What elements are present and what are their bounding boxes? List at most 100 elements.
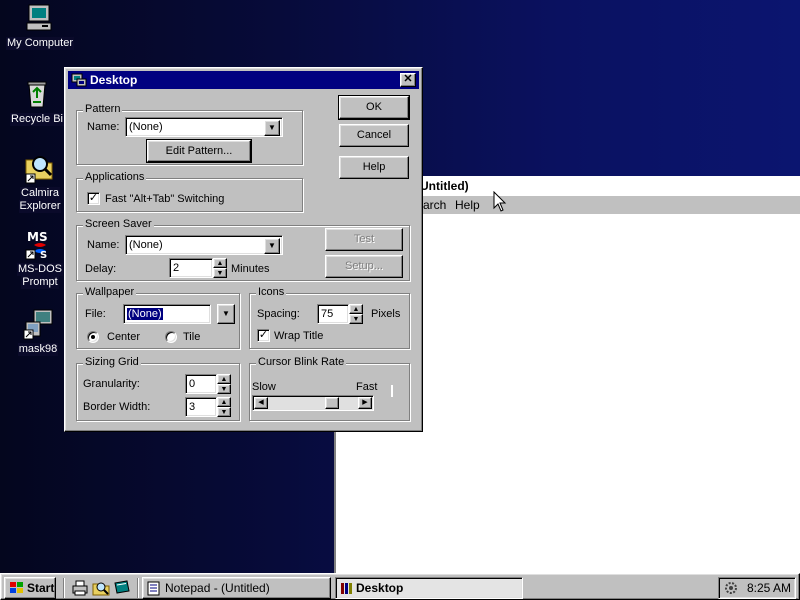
task-notepad[interactable]: Notepad - (Untitled) <box>142 577 331 599</box>
notepad-title: Untitled) <box>420 179 469 193</box>
minutes-label: Minutes <box>231 263 270 275</box>
start-button[interactable]: Start <box>4 577 56 599</box>
start-label: Start <box>27 581 55 595</box>
wallpaper-caption: Wallpaper <box>83 286 137 298</box>
folder-search-icon[interactable] <box>92 579 110 597</box>
border-width-label: Border Width: <box>83 401 151 413</box>
pattern-name-label: Name: <box>87 121 120 133</box>
blink-rate-slider[interactable]: ◀ ▶ <box>252 395 374 411</box>
spacing-value: 75 <box>321 308 334 320</box>
center-radio[interactable] <box>87 331 99 343</box>
delay-spinner[interactable]: ▲ ▼ <box>213 258 227 278</box>
desktop-icon-label-line2: Explorer <box>18 200 62 213</box>
ok-button[interactable]: OK <box>338 95 410 120</box>
granularity-input[interactable]: 0 <box>185 374 217 394</box>
desktop-task-icon <box>341 583 352 594</box>
wallpaper-file-input[interactable]: (None) <box>123 304 211 324</box>
clock[interactable]: 8:25 AM <box>747 581 791 595</box>
icons-caption: Icons <box>256 286 287 298</box>
tile-radio[interactable] <box>165 331 177 343</box>
desktop-icon-label: Calmira <box>20 187 60 200</box>
center-label: Center <box>107 331 141 343</box>
dialog-title: Desktop <box>90 73 138 87</box>
control-panel-icon <box>71 73 87 87</box>
spin-down-icon[interactable]: ▼ <box>349 314 363 324</box>
chevron-down-icon[interactable]: ▼ <box>264 120 280 136</box>
mouse-cursor-icon <box>493 191 507 212</box>
granularity-label: Granularity: <box>83 378 140 390</box>
wallpaper-file-label: File: <box>85 308 106 320</box>
desktop-dialog[interactable]: Desktop ✕ OK Cancel Help Pattern Name: (… <box>64 67 423 432</box>
screen-saver-name-select[interactable]: (None) ▼ <box>125 235 283 255</box>
screen-saver-caption: Screen Saver <box>83 218 154 230</box>
slider-left-button[interactable]: ◀ <box>254 397 268 409</box>
wallpaper-file-value: (None) <box>127 308 163 320</box>
sizing-grid-caption: Sizing Grid <box>83 356 141 368</box>
computer-icon <box>26 4 52 31</box>
recycle-bin-icon <box>27 81 47 108</box>
pattern-caption: Pattern <box>83 103 123 115</box>
spacing-input[interactable]: 75 <box>317 304 349 324</box>
spacing-label: Spacing: <box>257 308 300 320</box>
notepad-menu-search[interactable]: arch <box>423 198 446 212</box>
border-width-spinner[interactable]: ▲ ▼ <box>217 397 231 417</box>
pattern-name-select[interactable]: (None) ▼ <box>125 117 283 137</box>
delay-label: Delay: <box>85 263 117 275</box>
edit-pattern-button[interactable]: Edit Pattern... <box>146 139 252 163</box>
desktop-icon-label: My Computer <box>5 37 75 50</box>
tray-settings-icon[interactable] <box>723 580 739 596</box>
task-desktop-label: Desktop <box>356 581 404 595</box>
notepad-menu-help[interactable]: Help <box>455 198 480 212</box>
applications-caption: Applications <box>83 171 147 183</box>
spin-down-icon[interactable]: ▼ <box>217 384 231 394</box>
wrap-title-label: Wrap Title <box>274 330 324 342</box>
svg-text:S: S <box>40 250 47 260</box>
test-button[interactable]: Test <box>325 228 403 251</box>
delay-input[interactable]: 2 <box>169 258 213 278</box>
slider-right-button[interactable]: ▶ <box>358 397 372 409</box>
border-width-input[interactable]: 3 <box>185 397 217 417</box>
wallpaper-dropdown-button[interactable]: ▼ <box>217 304 235 324</box>
spin-down-icon[interactable]: ▼ <box>213 268 227 278</box>
task-desktop[interactable]: Desktop <box>335 577 523 599</box>
slider-thumb[interactable] <box>324 397 339 409</box>
spin-up-icon[interactable]: ▲ <box>349 304 363 314</box>
help-button[interactable]: Help <box>339 156 409 179</box>
desktop-icon[interactable] <box>113 579 131 597</box>
spin-up-icon[interactable]: ▲ <box>213 258 227 268</box>
desktop-icon-label: mask98 <box>17 343 59 356</box>
task-notepad-label: Notepad - (Untitled) <box>165 581 270 595</box>
setup-button[interactable]: Setup... <box>325 255 403 278</box>
svg-text:MS: MS <box>27 230 48 244</box>
dialog-titlebar[interactable]: Desktop ✕ <box>68 71 419 89</box>
slow-label: Slow <box>252 381 276 393</box>
screen-saver-name-value: (None) <box>129 239 163 251</box>
quicklaunch-separator <box>63 578 65 598</box>
windows-logo-icon <box>10 582 23 593</box>
delay-value: 2 <box>173 262 180 274</box>
desktop-icon-label: MS-DOS <box>17 263 63 276</box>
fast-alt-tab-checkbox[interactable]: ✓ <box>87 192 100 205</box>
wrap-title-checkbox[interactable]: ✓ <box>257 329 270 342</box>
taskbar: Start Notepad - (Untitled) Desktop 8:25 … <box>0 573 800 600</box>
fast-label: Fast <box>356 381 378 393</box>
border-width-value: 3 <box>189 401 196 413</box>
system-tray: 8:25 AM <box>718 577 796 599</box>
mask98-icon <box>23 309 53 340</box>
spin-up-icon[interactable]: ▲ <box>217 374 231 384</box>
spin-up-icon[interactable]: ▲ <box>217 397 231 407</box>
spin-down-icon[interactable]: ▼ <box>217 407 231 417</box>
close-icon: ✕ <box>403 73 413 85</box>
fast-alt-tab-label: Fast "Alt+Tab" Switching <box>105 193 225 205</box>
folder-magnifier-icon <box>25 156 53 184</box>
granularity-spinner[interactable]: ▲ ▼ <box>217 374 231 394</box>
pixels-label: Pixels <box>371 308 401 320</box>
desktop-icon-my-computer[interactable]: My Computer <box>5 2 75 50</box>
close-button[interactable]: ✕ <box>400 73 416 87</box>
cancel-button[interactable]: Cancel <box>339 124 409 147</box>
printer-icon[interactable] <box>71 579 89 597</box>
spacing-spinner[interactable]: ▲ ▼ <box>349 304 363 324</box>
chevron-down-icon[interactable]: ▼ <box>264 238 280 254</box>
desktop-icon-recycle-bin[interactable]: Recycle Bi <box>2 78 72 126</box>
desktop-icon-mask98[interactable]: mask98 <box>3 308 73 356</box>
